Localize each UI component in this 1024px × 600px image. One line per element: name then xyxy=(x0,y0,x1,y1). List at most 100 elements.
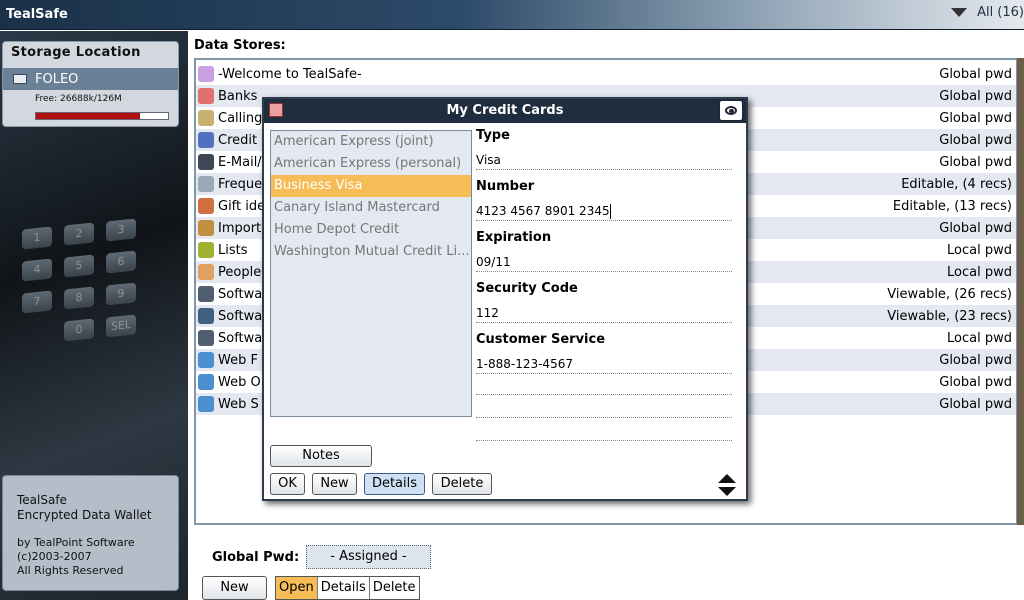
field-value[interactable]: 4123 4567 8901 2345 xyxy=(476,201,732,221)
welcome-icon xyxy=(198,66,214,82)
credit-cards-dialog: My Credit Cards American Express (joint)… xyxy=(262,97,748,501)
store-access: Local pwd xyxy=(947,242,1012,258)
scroll-down-icon[interactable] xyxy=(718,487,736,496)
keypad-key: 4 xyxy=(22,258,52,282)
storage-device-row[interactable]: FOLEO xyxy=(3,68,178,90)
storage-title: Storage Location xyxy=(11,45,141,60)
title-bar: TealSafe All (16) xyxy=(0,0,1024,30)
field-label: Customer Service xyxy=(476,332,606,347)
card-list-item[interactable]: Canary Island Mastercard xyxy=(271,197,471,219)
drive-icon xyxy=(13,74,27,84)
globe-icon xyxy=(198,396,214,412)
keypad-key: SEL xyxy=(106,314,136,338)
notes-button[interactable]: Notes xyxy=(270,445,372,467)
eye-icon[interactable] xyxy=(719,100,743,121)
store-access: Global pwd xyxy=(939,110,1012,126)
category-filter[interactable]: All (16) xyxy=(951,5,1024,20)
keypad-key: 0 xyxy=(64,318,94,342)
field-value[interactable]: 1-888-123-4567 xyxy=(476,354,732,374)
globe-icon xyxy=(198,352,214,368)
airplane-icon xyxy=(198,176,214,192)
handheld-icon xyxy=(198,330,214,346)
field-label: Number xyxy=(476,179,535,194)
keypad-key: 8 xyxy=(64,286,94,310)
dialog-delete-button[interactable]: Delete xyxy=(432,473,492,495)
keypad-key: 9 xyxy=(106,282,136,306)
card-list-item[interactable]: Washington Mutual Credit Li... xyxy=(271,241,471,263)
about-rights: All Rights Reserved xyxy=(17,564,124,577)
store-access: Global pwd xyxy=(939,396,1012,412)
new-store-button[interactable]: New xyxy=(202,576,267,600)
card-list-item[interactable]: Business Visa xyxy=(271,175,471,197)
global-pwd-selector[interactable]: - Assigned - xyxy=(306,545,431,569)
globe-icon xyxy=(198,374,214,390)
store-access: Viewable, (23 recs) xyxy=(887,308,1012,324)
scroll-up-icon[interactable] xyxy=(718,474,736,483)
storage-free-text: Free: 26688k/126M xyxy=(35,94,122,104)
list-scrollbar[interactable] xyxy=(1017,58,1024,525)
about-copyright: (c)2003-2007 xyxy=(17,550,92,563)
field-value[interactable]: 09/11 xyxy=(476,252,732,272)
about-panel: TealSafe Encrypted Data Wallet by TealPo… xyxy=(2,475,179,591)
import-icon xyxy=(198,220,214,236)
store-access: Local pwd xyxy=(947,264,1012,280)
sidebar: 1 2 3 4 5 6 7 8 9 0 SEL Storage Location FOLEO Fre… xyxy=(0,31,188,600)
card-list-item[interactable]: American Express (personal) xyxy=(271,153,471,175)
handheld-icon xyxy=(198,286,214,302)
keypad-key: 1 xyxy=(22,226,52,250)
storage-location-panel: Storage Location FOLEO Free: 26688k/126M xyxy=(2,41,179,127)
field-value-text: 1-888-123-4567 xyxy=(476,357,573,371)
list-icon xyxy=(198,242,214,258)
storage-usage-bar xyxy=(35,112,169,120)
dialog-new-button[interactable]: New xyxy=(312,473,357,495)
card-list-item[interactable]: American Express (joint) xyxy=(271,131,471,153)
field-label: Security Code xyxy=(476,281,578,296)
laptop-icon xyxy=(198,154,214,170)
computer-icon xyxy=(198,308,214,324)
ok-button[interactable]: OK xyxy=(270,473,305,495)
store-access: Global pwd xyxy=(939,220,1012,236)
store-access: Editable, (13 recs) xyxy=(892,198,1012,214)
store-access: Viewable, (26 recs) xyxy=(887,286,1012,302)
field-value[interactable]: Visa xyxy=(476,150,732,170)
field-value-text: Visa xyxy=(476,153,501,167)
credit-card-icon xyxy=(198,132,214,148)
details-button[interactable]: Details xyxy=(317,577,370,599)
store-access: Global pwd xyxy=(939,132,1012,148)
field-value[interactable]: 112 xyxy=(476,303,732,323)
dropdown-triangle-icon[interactable] xyxy=(951,8,968,17)
field-label: Type xyxy=(476,128,510,143)
keypad-key: 6 xyxy=(106,250,136,274)
dialog-title: My Credit Cards xyxy=(264,99,746,123)
keypad-key: 3 xyxy=(106,218,136,242)
store-access: Editable, (4 recs) xyxy=(901,176,1012,192)
keypad-key: 2 xyxy=(64,222,94,246)
dialog-store-icon xyxy=(269,103,283,117)
store-row[interactable]: -Welcome to TealSafe- Global pwd xyxy=(196,63,1016,85)
delete-button[interactable]: Delete xyxy=(369,577,419,599)
dialog-details-button[interactable]: Details xyxy=(364,473,425,495)
empty-field-line xyxy=(476,394,732,395)
global-pwd-label: Global Pwd: xyxy=(212,550,300,565)
storage-device-name: FOLEO xyxy=(35,71,79,87)
person-icon xyxy=(198,264,214,280)
data-stores-label: Data Stores: xyxy=(194,38,286,53)
store-access: Local pwd xyxy=(947,330,1012,346)
store-access: Global pwd xyxy=(939,154,1012,170)
card-list[interactable]: American Express (joint) American Express… xyxy=(270,130,472,417)
field-value-text: 09/11 xyxy=(476,255,511,269)
scroll-arrows[interactable] xyxy=(718,474,736,498)
open-button[interactable]: Open xyxy=(276,577,318,599)
bank-icon xyxy=(198,88,214,104)
about-app-name: TealSafe xyxy=(17,493,67,507)
phone-icon xyxy=(198,110,214,126)
category-filter-label[interactable]: All (16) xyxy=(977,5,1024,20)
store-access: Global pwd xyxy=(939,88,1012,104)
people-icon xyxy=(198,198,214,214)
store-access: Global pwd xyxy=(939,352,1012,368)
card-list-item[interactable]: Home Depot Credit xyxy=(271,219,471,241)
keypad-key: 5 xyxy=(64,254,94,278)
store-name: -Welcome to TealSafe- xyxy=(218,66,362,82)
about-author: by TealPoint Software xyxy=(17,536,135,549)
keypad-graphic: 1 2 3 4 5 6 7 8 9 0 SEL xyxy=(10,216,170,376)
